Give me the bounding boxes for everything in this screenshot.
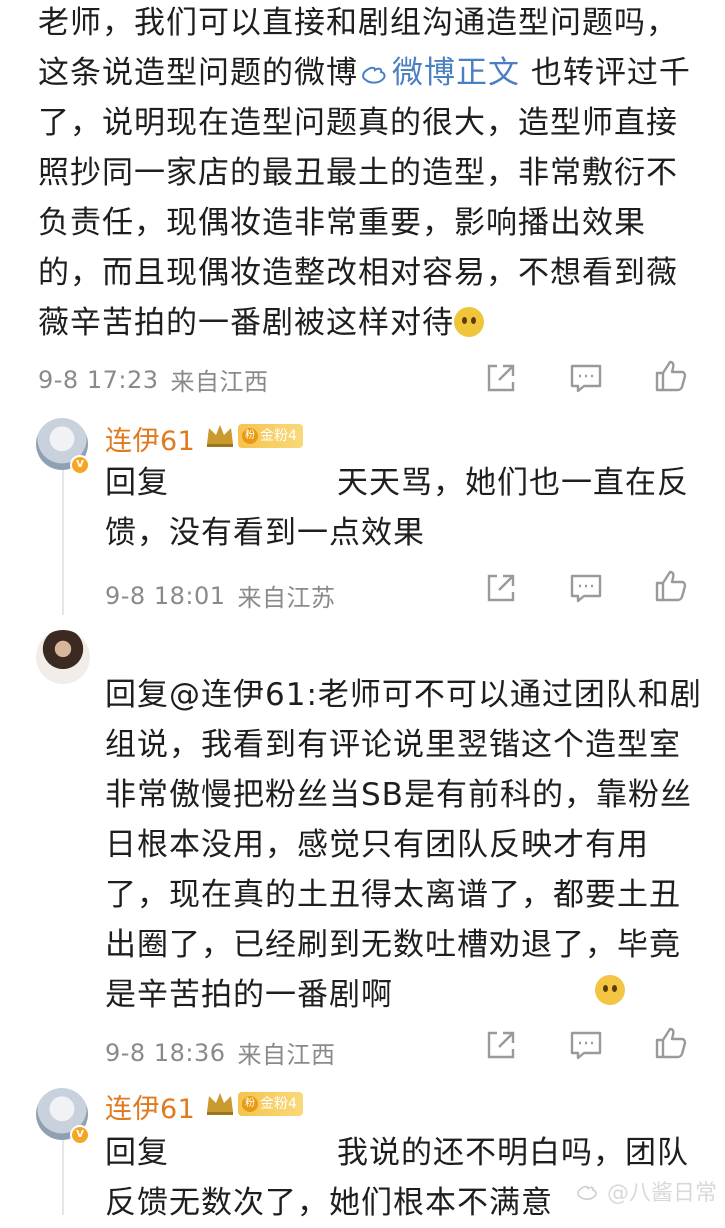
fan-badge-label: 金粉4	[260, 1096, 297, 1112]
fan-badge-label: 金粉4	[260, 428, 297, 444]
like-icon[interactable]	[653, 1025, 689, 1061]
watermark-text: @八酱日常	[606, 1181, 717, 1206]
comment-time: 9-8 17:23	[38, 365, 159, 394]
thread-line	[62, 1140, 64, 1215]
crying-emoji-icon	[454, 307, 484, 337]
crown-icon	[207, 425, 233, 447]
share-icon[interactable]	[483, 360, 519, 396]
main-comment-text: 老师，我们可以直接和剧组沟通造型问题吗，这条说造型问题的微博 微博正文 也转评过千…	[38, 0, 708, 348]
comment-icon[interactable]	[568, 360, 604, 396]
comment-time: 9-8 18:36	[105, 1038, 226, 1067]
avatar[interactable]	[36, 630, 90, 684]
like-icon[interactable]	[653, 568, 689, 604]
verified-badge-icon: V	[70, 1125, 90, 1145]
watermark: @八酱日常	[575, 1175, 717, 1207]
reply-meta: 9-8 18:36 来自江西	[105, 1035, 336, 1070]
share-icon[interactable]	[483, 570, 519, 606]
comment-location: 来自江西	[170, 368, 269, 396]
redacted-mention	[169, 465, 337, 493]
share-icon[interactable]	[483, 1027, 519, 1063]
comment-icon[interactable]	[568, 1027, 604, 1063]
comment-time: 9-8 18:01	[105, 581, 226, 610]
thread-line	[62, 470, 64, 615]
weibo-icon	[362, 66, 386, 84]
weibo-icon	[577, 1185, 597, 1200]
main-comment-meta: 9-8 17:23 来自江西	[38, 362, 269, 397]
fan-badge: 粉金粉4	[238, 424, 303, 448]
weibo-link-text: 微博正文	[392, 55, 520, 91]
pleading-emoji-icon	[595, 975, 625, 1005]
comment-icon[interactable]	[568, 570, 604, 606]
crown-icon	[207, 1093, 233, 1115]
verified-badge-icon: V	[70, 455, 90, 475]
reply-text: 回复@连伊61:老师可不可以通过团队和剧组说，我看到有评论说里翌锴这个造型室非常…	[105, 677, 702, 1013]
like-icon[interactable]	[653, 358, 689, 394]
weibo-link[interactable]: 微博正文	[358, 55, 520, 91]
reply-prefix: 回复	[105, 1135, 169, 1171]
reply-prefix: 回复	[105, 465, 169, 501]
comment-location: 来自江西	[237, 1041, 336, 1069]
main-comment-text-part2: 也转评过千了，说明现在造型问题真的很大，造型师直接照抄同一家店的最丑最土的造型，…	[38, 55, 691, 341]
comment-location: 来自江苏	[237, 584, 336, 612]
reply-text: 回复 天天骂，她们也一直在反馈，没有看到一点效果	[105, 458, 705, 558]
reply-meta: 9-8 18:01 来自江苏	[105, 578, 336, 613]
username[interactable]: 连伊61	[105, 1087, 195, 1126]
fan-badge: 粉金粉4	[238, 1092, 303, 1116]
fan-badge-icon: 粉	[242, 428, 258, 444]
redacted-mention	[169, 1135, 337, 1163]
fan-badge-icon: 粉	[242, 1096, 258, 1112]
username[interactable]: 连伊61	[105, 419, 195, 458]
